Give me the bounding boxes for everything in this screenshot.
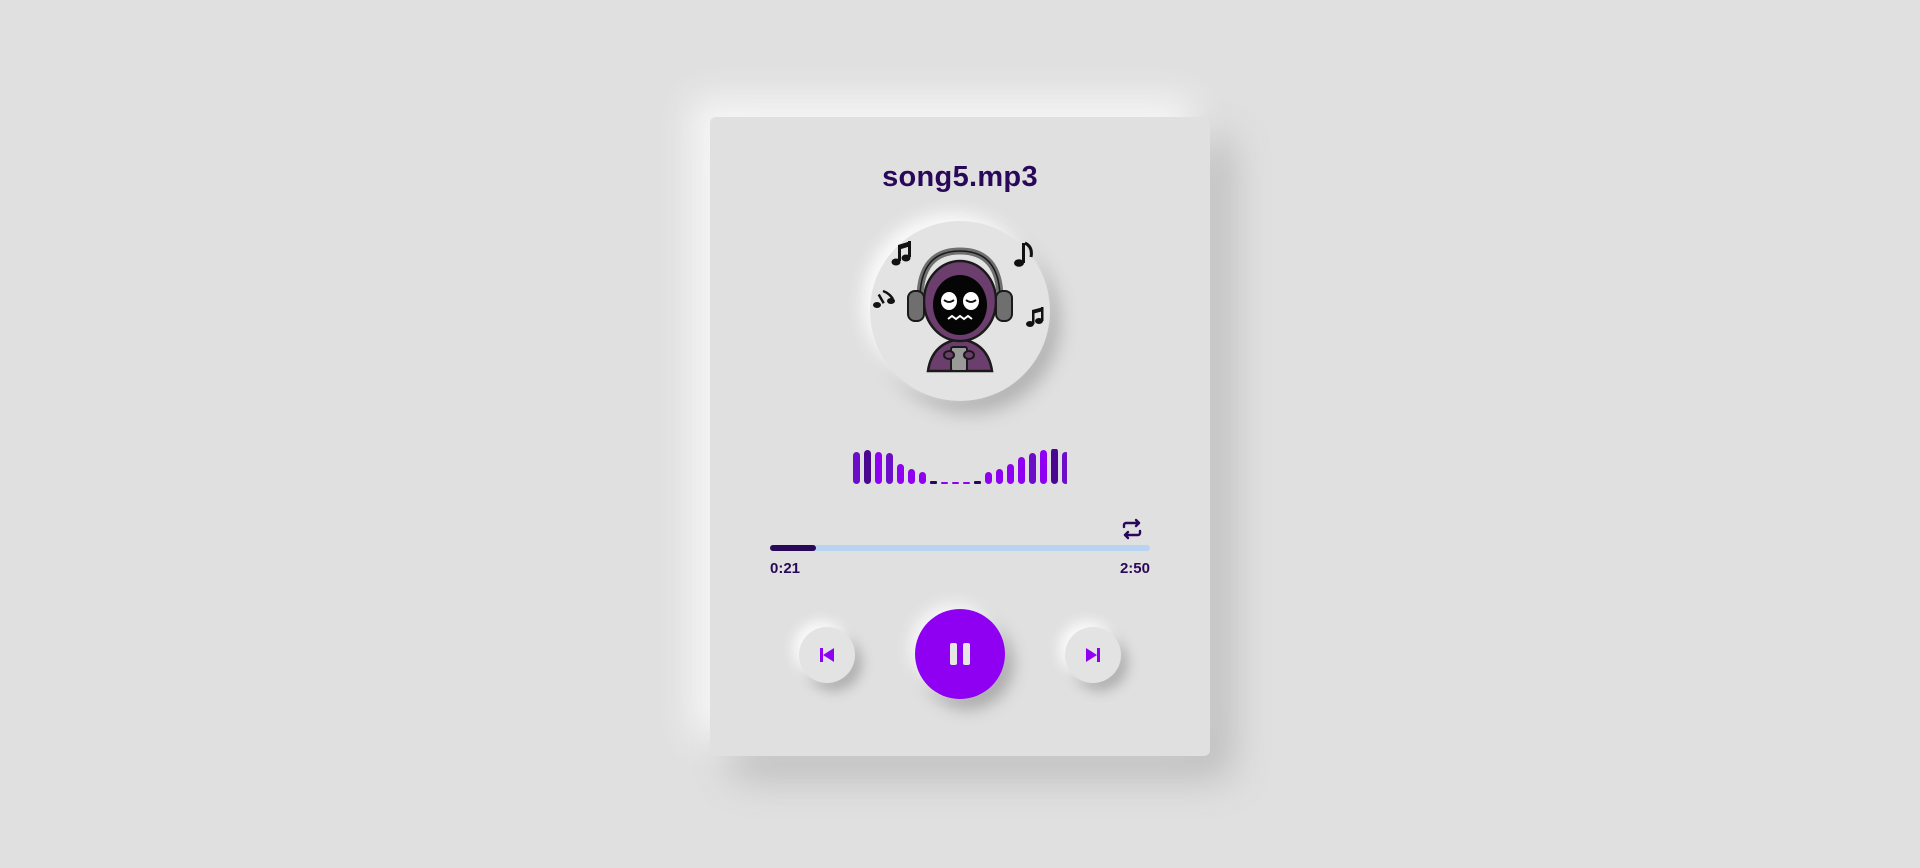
visualizer-bar bbox=[1051, 449, 1058, 484]
visualizer-bar bbox=[1018, 457, 1025, 484]
visualizer-bar bbox=[864, 450, 871, 484]
visualizer-bar bbox=[1062, 452, 1067, 484]
previous-button[interactable] bbox=[799, 627, 855, 683]
visualizer-bar bbox=[886, 453, 893, 484]
visualizer-bar bbox=[875, 452, 882, 484]
pause-icon bbox=[950, 643, 970, 665]
repeat-icon bbox=[1122, 518, 1142, 540]
music-player-card: song5.mp3 0:21 2:50 bbox=[710, 117, 1210, 756]
visualizer-bar bbox=[853, 452, 860, 484]
visualizer-bar bbox=[908, 469, 915, 484]
album-art bbox=[870, 221, 1050, 401]
visualizer-bar bbox=[974, 481, 981, 484]
visualizer-bar bbox=[897, 464, 904, 484]
duration: 2:50 bbox=[1119, 560, 1150, 577]
skip-previous-icon bbox=[820, 648, 834, 662]
audio-visualizer bbox=[853, 449, 1067, 484]
visualizer-bar bbox=[1029, 453, 1036, 484]
visualizer-bar bbox=[930, 481, 937, 484]
visualizer-bar bbox=[919, 472, 926, 484]
visualizer-bar bbox=[1040, 450, 1047, 484]
next-button[interactable] bbox=[1065, 627, 1121, 683]
visualizer-bar bbox=[963, 482, 970, 484]
repeat-button[interactable] bbox=[1120, 517, 1144, 541]
album-art-illustration bbox=[873, 241, 1044, 373]
progress-fill bbox=[770, 545, 816, 551]
song-title: song5.mp3 bbox=[882, 161, 1038, 193]
visualizer-bar bbox=[996, 469, 1003, 484]
progress-bar[interactable] bbox=[770, 545, 1150, 551]
skip-next-icon bbox=[1086, 648, 1100, 662]
visualizer-bar bbox=[952, 482, 959, 484]
visualizer-bar bbox=[1007, 464, 1014, 484]
current-time: 0:21 bbox=[770, 560, 801, 577]
visualizer-bar bbox=[941, 482, 948, 484]
visualizer-bar bbox=[985, 472, 992, 484]
play-pause-button[interactable] bbox=[915, 609, 1005, 699]
